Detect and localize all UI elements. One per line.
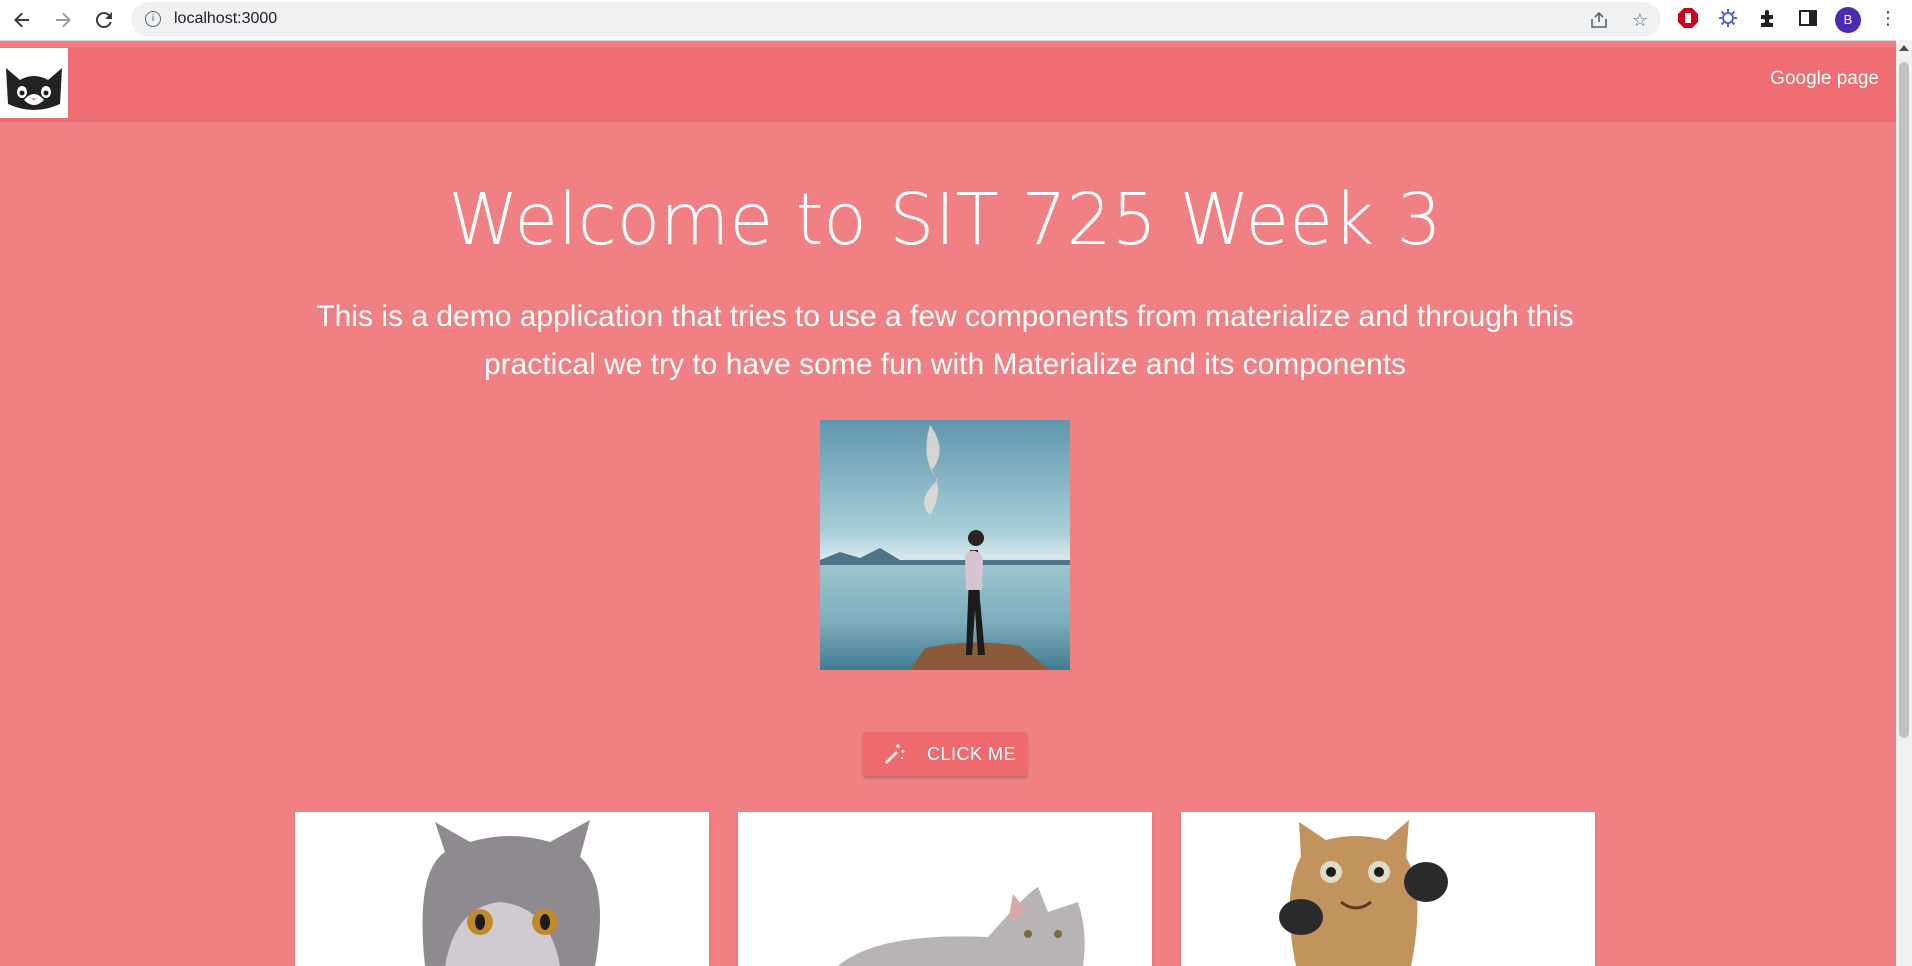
arrow-right-icon — [56, 12, 71, 28]
bookmark-star-icon[interactable]: ☆ — [1629, 10, 1651, 32]
url-text[interactable]: localhost:3000 — [174, 10, 277, 28]
menu-kebab-icon[interactable]: ⋮ — [1876, 7, 1900, 31]
share-icon[interactable] — [1588, 10, 1610, 32]
reload-button[interactable] — [92, 8, 116, 32]
scroll-up-arrow-icon[interactable] — [1899, 45, 1909, 51]
cat-card-2[interactable] — [738, 812, 1152, 966]
cat-face-icon — [6, 68, 62, 110]
cat-image-2 — [838, 887, 1085, 966]
reload-icon — [95, 12, 112, 29]
page-scrollbar[interactable] — [1896, 40, 1912, 966]
forward-button[interactable] — [51, 8, 75, 32]
cat-card-3[interactable] — [1181, 812, 1595, 966]
hero-image — [820, 420, 1070, 670]
click-me-button[interactable]: CLICK ME — [863, 732, 1027, 776]
sparkle-extension-icon[interactable] — [1716, 7, 1740, 31]
scrollbar-thumb[interactable] — [1899, 62, 1909, 738]
cat-image-3 — [1279, 820, 1448, 966]
cat-card-1[interactable] — [295, 812, 709, 966]
adblock-extension-icon[interactable] — [1676, 7, 1700, 31]
address-bar[interactable]: i localhost:3000 ☆ — [131, 2, 1661, 37]
puzzle-extensions-icon[interactable] — [1756, 7, 1780, 31]
page-subtitle: This is a demo application that tries to… — [316, 300, 1574, 381]
page-title: Welcome to SIT 725 Week 3 — [448, 178, 1442, 261]
site-info-icon[interactable]: i — [145, 11, 161, 27]
side-panel-icon[interactable] — [1796, 7, 1820, 31]
arrow-left-icon — [14, 12, 29, 28]
click-me-label: CLICK ME — [927, 744, 1017, 764]
google-page-link[interactable]: Google page — [1770, 68, 1879, 90]
back-button[interactable] — [10, 8, 34, 32]
cat-image-1 — [422, 820, 600, 966]
magic-wand-icon — [885, 744, 905, 764]
cat-logo[interactable] — [0, 48, 68, 118]
navbar — [0, 47, 1896, 122]
profile-avatar[interactable]: B — [1835, 7, 1861, 33]
browser-toolbar: i localhost:3000 ☆ B ⋮ — [0, 0, 1912, 41]
